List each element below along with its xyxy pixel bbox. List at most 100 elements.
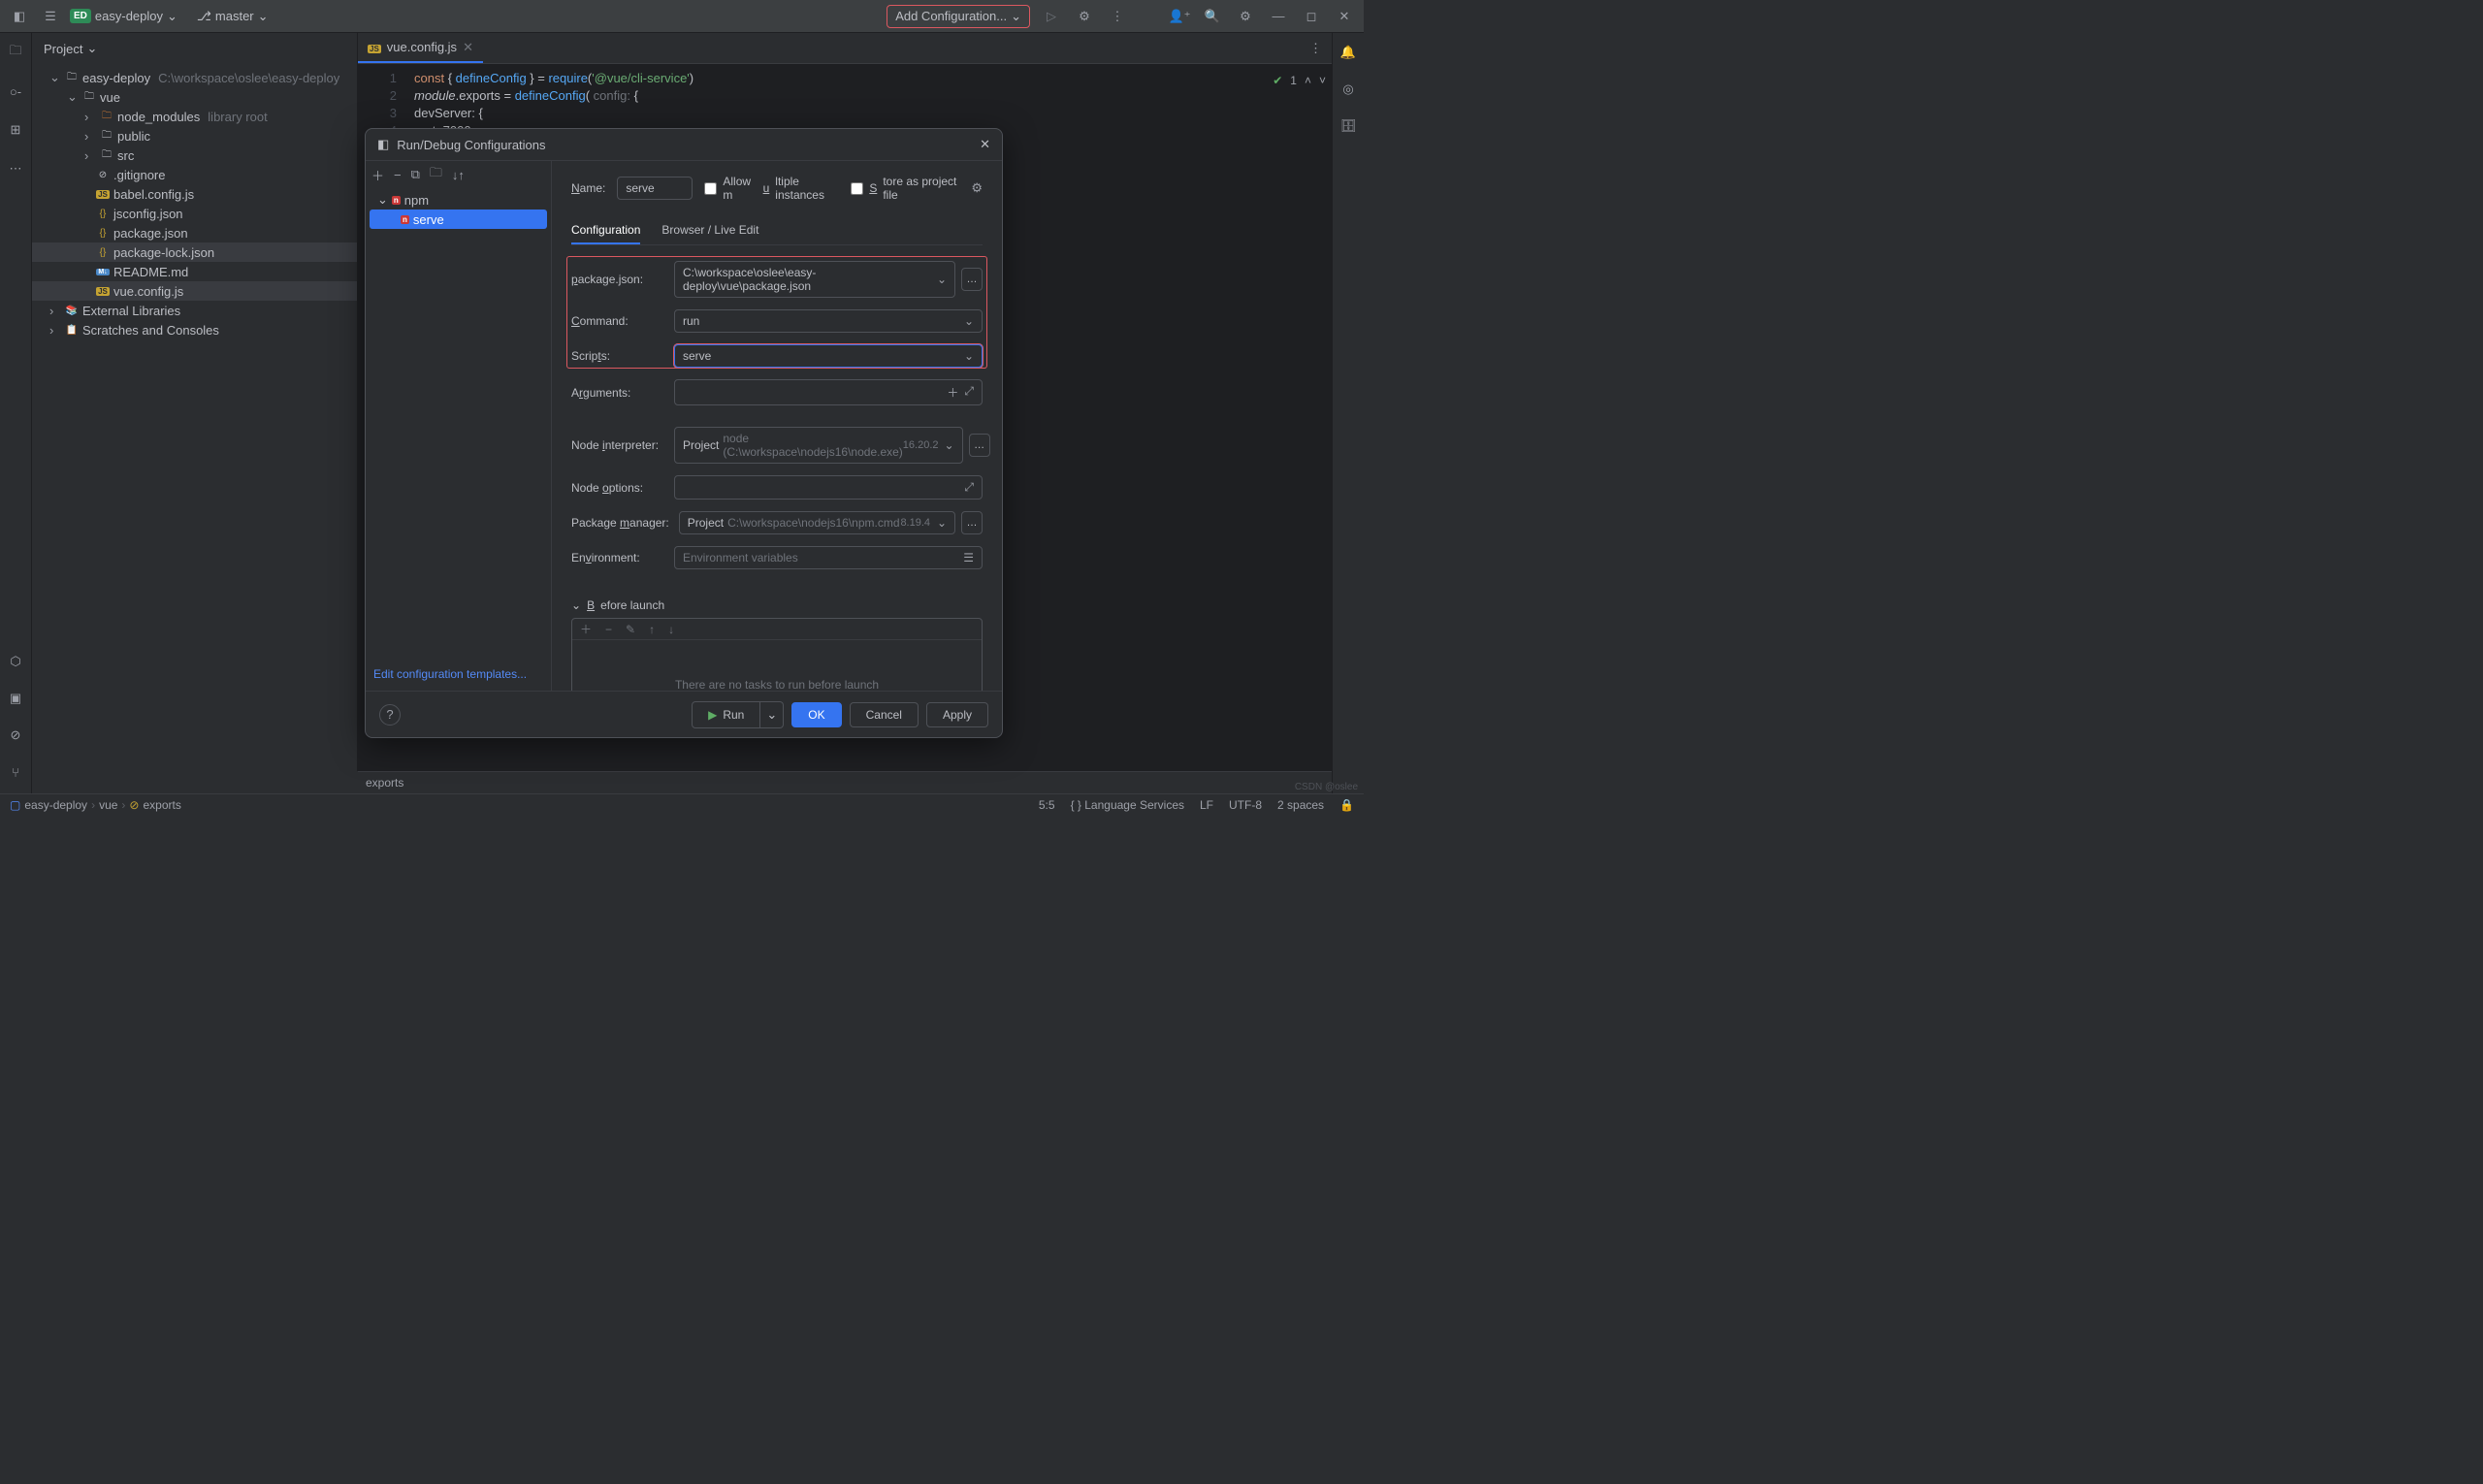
watermark: CSDN @oslee bbox=[1295, 782, 1358, 792]
notifications-icon[interactable]: 🔔 bbox=[1337, 41, 1360, 64]
dialog-close-icon[interactable]: ✕ bbox=[980, 137, 990, 152]
bl-down-icon[interactable]: ↓ bbox=[668, 623, 674, 636]
gear-icon[interactable]: ⚙ bbox=[971, 180, 983, 196]
database-tool-icon[interactable]: 🗄 bbox=[1337, 114, 1360, 138]
status-lang-services[interactable]: { } Language Services bbox=[1071, 798, 1184, 812]
tab-options-icon[interactable]: ⋮ bbox=[1309, 41, 1322, 56]
add-config-icon[interactable]: ＋ bbox=[371, 166, 384, 184]
plus-icon[interactable]: ＋ bbox=[947, 384, 958, 401]
command-select[interactable]: run⌄ bbox=[674, 309, 983, 333]
status-line-sep[interactable]: LF bbox=[1200, 798, 1213, 812]
problems-tool-icon[interactable]: ⊘ bbox=[4, 724, 27, 747]
package-json-select[interactable]: C:\workspace\oslee\easy-deploy\vue\packa… bbox=[674, 261, 955, 298]
status-crumb-exports[interactable]: ⊘ exports bbox=[129, 798, 180, 812]
ok-button[interactable]: OK bbox=[791, 702, 841, 727]
maximize-icon[interactable]: ◻ bbox=[1300, 5, 1323, 28]
copy-config-icon[interactable]: ⧉ bbox=[411, 167, 420, 182]
more-icon[interactable]: ⋮ bbox=[1106, 5, 1129, 28]
tree-file-vue-config[interactable]: JSvue.config.js bbox=[32, 281, 357, 301]
hamburger-icon[interactable]: ☰ bbox=[39, 5, 62, 28]
browse-pkg-mgr-button[interactable]: … bbox=[961, 511, 983, 534]
structure-tool-icon[interactable]: ⊞ bbox=[4, 118, 27, 142]
config-node-serve[interactable]: n serve bbox=[370, 210, 547, 229]
project-tool-icon[interactable]: 🗀 bbox=[4, 41, 27, 64]
environment-input[interactable]: Environment variables☰ bbox=[674, 546, 983, 569]
edit-templates-link[interactable]: Edit configuration templates... bbox=[373, 667, 527, 681]
expand-icon[interactable]: ⤢ bbox=[964, 384, 974, 401]
tree-file-readme[interactable]: M↓README.md bbox=[32, 262, 357, 281]
chevron-down-icon[interactable]: ˅ bbox=[1319, 72, 1326, 89]
add-configuration-button[interactable]: Add Configuration... ⌄ bbox=[887, 5, 1030, 28]
status-crumb-vue[interactable]: vue bbox=[99, 798, 117, 812]
before-launch-header[interactable]: ⌄ Before launch bbox=[571, 598, 983, 612]
terminal-tool-icon[interactable]: ▣ bbox=[4, 687, 27, 710]
expand-icon[interactable]: ⤢ bbox=[964, 480, 974, 495]
package-manager-select[interactable]: ProjectC:\workspace\nodejs16\npm.cmd8.19… bbox=[679, 511, 955, 534]
tree-folder-src[interactable]: ›🗀src bbox=[32, 145, 357, 165]
tree-file-jsconfig[interactable]: {}jsconfig.json bbox=[32, 204, 357, 223]
apply-button[interactable]: Apply bbox=[926, 702, 988, 727]
run-button[interactable]: ▶Run bbox=[692, 701, 760, 728]
commit-tool-icon[interactable]: ○- bbox=[4, 80, 27, 103]
node-options-input[interactable]: ⤢ bbox=[674, 475, 983, 500]
tree-file-package-lock[interactable]: {}package-lock.json bbox=[32, 242, 357, 262]
status-indent[interactable]: 2 spaces bbox=[1277, 798, 1324, 812]
tab-vue-config[interactable]: JS vue.config.js ✕ bbox=[358, 33, 483, 63]
tab-browser-live-edit[interactable]: Browser / Live Edit bbox=[661, 217, 758, 244]
save-config-icon[interactable]: 🗀 bbox=[430, 164, 442, 185]
tab-configuration[interactable]: Configuration bbox=[571, 217, 640, 244]
inspection-widget[interactable]: ✔ 1 ˄ ˅ bbox=[1273, 72, 1326, 89]
name-input[interactable] bbox=[617, 177, 693, 200]
scripts-select[interactable]: serve⌄ bbox=[674, 344, 983, 368]
vcs-tool-icon[interactable]: ⑂ bbox=[4, 760, 27, 784]
bl-add-icon[interactable]: ＋ bbox=[580, 621, 592, 637]
tree-scratches[interactable]: ›📋Scratches and Consoles bbox=[32, 320, 357, 339]
settings-icon[interactable]: ⚙ bbox=[1234, 5, 1257, 28]
remove-config-icon[interactable]: − bbox=[394, 168, 402, 182]
close-tab-icon[interactable]: ✕ bbox=[463, 40, 473, 55]
tree-folder-public[interactable]: ›🗀public bbox=[32, 126, 357, 145]
run-dropdown-button[interactable]: ⌄ bbox=[760, 701, 784, 728]
chevron-up-icon[interactable]: ˄ bbox=[1305, 72, 1311, 89]
tree-folder-vue[interactable]: ⌄🗀vue bbox=[32, 87, 357, 107]
tree-external-libraries[interactable]: ›📚External Libraries bbox=[32, 301, 357, 320]
run-icon[interactable]: ▷ bbox=[1040, 5, 1063, 28]
git-branch-selector[interactable]: ⎇ master ⌄ bbox=[197, 9, 269, 24]
cancel-button[interactable]: Cancel bbox=[850, 702, 919, 727]
app-icon[interactable]: ◧ bbox=[8, 5, 31, 28]
bl-remove-icon[interactable]: − bbox=[605, 623, 612, 636]
node-interpreter-select[interactable]: Projectnode (C:\workspace\nodejs16\node.… bbox=[674, 427, 963, 464]
tree-folder-node-modules[interactable]: ›🗀node_moduleslibrary root bbox=[32, 107, 357, 126]
status-encoding[interactable]: UTF-8 bbox=[1229, 798, 1262, 812]
status-readonly-icon[interactable]: 🔒 bbox=[1339, 798, 1354, 812]
project-selector[interactable]: ED easy-deploy ⌄ bbox=[70, 9, 177, 24]
ai-tool-icon[interactable]: ◎ bbox=[1337, 78, 1360, 101]
status-crumb-project[interactable]: ▢ easy-deploy bbox=[10, 798, 87, 812]
bl-edit-icon[interactable]: ✎ bbox=[626, 623, 635, 636]
bl-up-icon[interactable]: ↑ bbox=[649, 623, 655, 636]
code-with-me-icon[interactable]: 👤⁺ bbox=[1168, 5, 1191, 28]
tree-file-babel[interactable]: JSbabel.config.js bbox=[32, 184, 357, 204]
services-tool-icon[interactable]: ⬡ bbox=[4, 650, 27, 673]
debug-icon[interactable]: ⚙ bbox=[1073, 5, 1096, 28]
editor-breadcrumb[interactable]: exports bbox=[358, 771, 1332, 793]
node-options-label: Node options: bbox=[571, 481, 664, 495]
minimize-icon[interactable]: — bbox=[1267, 5, 1290, 28]
more-tool-icon[interactable]: ⋯ bbox=[4, 157, 27, 180]
store-project-checkbox[interactable]: Store as project file bbox=[851, 175, 959, 202]
config-node-npm[interactable]: ⌄ n npm bbox=[370, 190, 547, 210]
arguments-input[interactable]: ＋⤢ bbox=[674, 379, 983, 405]
tree-file-gitignore[interactable]: ⊘.gitignore bbox=[32, 165, 357, 184]
project-panel-header[interactable]: Project ⌄ bbox=[32, 33, 357, 64]
sort-config-icon[interactable]: ↓↑ bbox=[452, 168, 465, 182]
close-window-icon[interactable]: ✕ bbox=[1333, 5, 1356, 28]
search-icon[interactable]: 🔍 bbox=[1201, 5, 1224, 28]
tree-file-package[interactable]: {}package.json bbox=[32, 223, 357, 242]
allow-multiple-checkbox[interactable]: Allow multiple instances bbox=[704, 175, 839, 202]
browse-package-button[interactable]: … bbox=[961, 268, 983, 291]
help-button[interactable]: ? bbox=[379, 704, 401, 726]
tree-root[interactable]: ⌄🗀easy-deployC:\workspace\oslee\easy-dep… bbox=[32, 68, 357, 87]
browse-interpreter-button[interactable]: … bbox=[969, 434, 990, 457]
list-icon[interactable]: ☰ bbox=[963, 551, 974, 565]
status-cursor-pos[interactable]: 5:5 bbox=[1039, 798, 1055, 812]
